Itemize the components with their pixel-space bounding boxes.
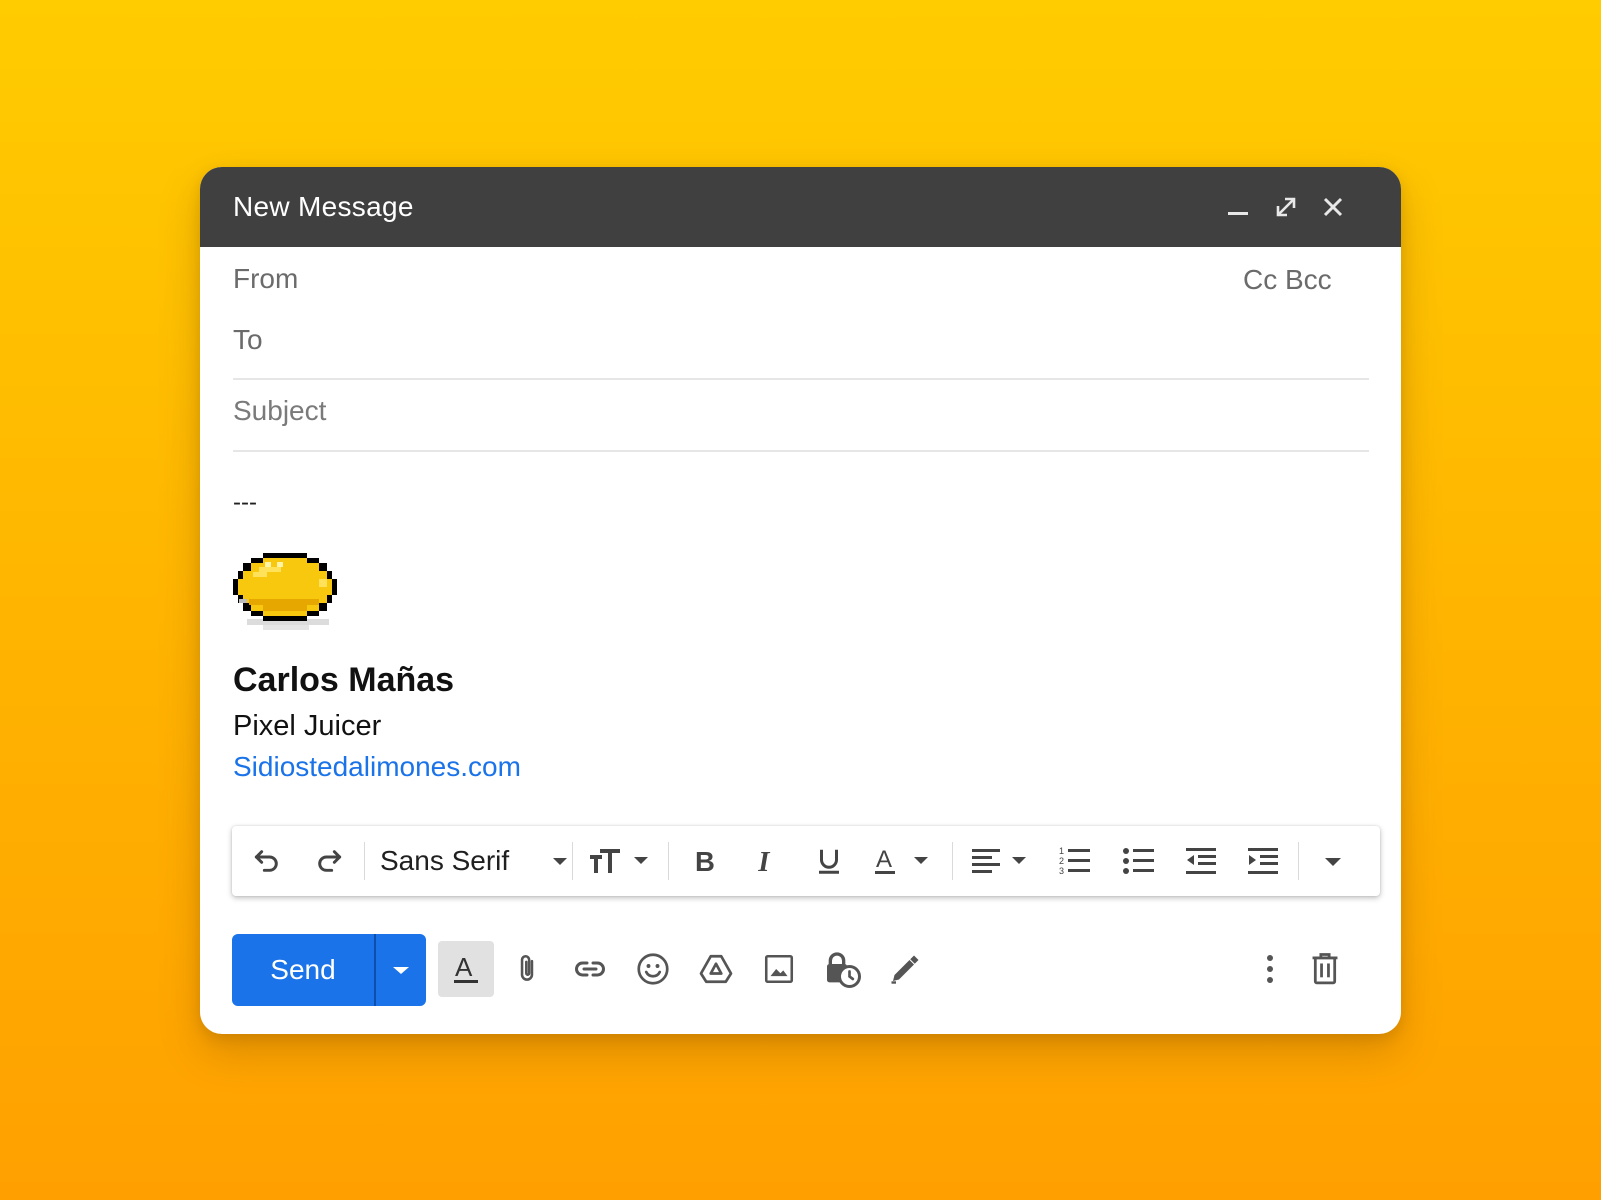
formatting-toolbar: Sans Serif B I A 1 2 3 <box>232 826 1380 896</box>
font-family-select[interactable]: Sans Serif <box>380 840 570 882</box>
expand-icon[interactable] <box>1270 191 1302 223</box>
compose-titlebar[interactable]: New Message <box>200 167 1401 247</box>
svg-text:I: I <box>757 846 770 877</box>
bulleted-list-icon[interactable] <box>1118 840 1160 882</box>
attach-icon[interactable] <box>499 941 555 997</box>
signature-role: Pixel Juicer <box>233 710 382 742</box>
svg-text:A: A <box>455 952 473 982</box>
compose-title: New Message <box>233 191 414 222</box>
signature-icon[interactable] <box>877 941 933 997</box>
toolbar-separator <box>668 842 669 880</box>
italic-icon[interactable]: I <box>746 840 788 882</box>
minimize-icon[interactable] <box>1222 191 1254 223</box>
close-icon[interactable] <box>1317 191 1349 223</box>
underline-icon[interactable] <box>808 840 850 882</box>
svg-text:A: A <box>876 846 892 873</box>
toolbar-separator <box>572 842 573 880</box>
font-dropdown-icon <box>553 858 567 865</box>
subject-field[interactable]: Subject <box>233 395 326 427</box>
chevron-down-icon <box>393 967 409 974</box>
link-icon[interactable] <box>562 941 618 997</box>
compose-window: New Message From Cc Bcc To Subject --- C… <box>200 167 1401 1034</box>
more-formatting-icon[interactable] <box>1312 840 1354 882</box>
discard-icon[interactable] <box>1297 941 1353 997</box>
photo-icon[interactable] <box>751 941 807 997</box>
text-color-icon[interactable]: A <box>872 840 938 882</box>
svg-text:B: B <box>695 846 715 877</box>
indent-less-icon[interactable] <box>1180 840 1222 882</box>
undo-icon[interactable] <box>246 840 288 882</box>
redo-icon[interactable] <box>308 840 350 882</box>
align-icon[interactable] <box>968 840 1034 882</box>
to-divider <box>233 378 1369 380</box>
schedule-send-dropdown[interactable] <box>376 934 426 1006</box>
drive-icon[interactable] <box>688 941 744 997</box>
cc-bcc-link[interactable]: Cc Bcc <box>1243 264 1332 296</box>
bold-icon[interactable]: B <box>684 840 726 882</box>
more-options-icon[interactable] <box>1242 941 1298 997</box>
svg-text:3: 3 <box>1059 866 1064 876</box>
toolbar-separator <box>1298 842 1299 880</box>
confidential-mode-icon[interactable] <box>814 941 870 997</box>
svg-text:1: 1 <box>1059 846 1064 856</box>
svg-text:2: 2 <box>1059 856 1064 866</box>
signature-separator: --- <box>233 489 257 516</box>
signature-website-link[interactable]: Sidiostedalimones.com <box>233 751 521 783</box>
toolbar-separator <box>364 842 365 880</box>
text-size-icon[interactable] <box>588 840 658 882</box>
indent-more-icon[interactable] <box>1242 840 1284 882</box>
pixel-lemon-icon <box>233 553 337 633</box>
emoji-icon[interactable] <box>625 941 681 997</box>
signature-name: Carlos Mañas <box>233 661 455 699</box>
formatting-options-icon[interactable]: A <box>438 941 494 997</box>
subject-divider <box>233 450 1369 452</box>
from-label[interactable]: From <box>233 263 298 295</box>
numbered-list-icon[interactable]: 1 2 3 <box>1054 840 1096 882</box>
font-family-value: Sans Serif <box>380 845 510 876</box>
toolbar-separator <box>952 842 953 880</box>
send-button[interactable]: Send <box>232 934 374 1006</box>
send-button-group: Send <box>232 934 426 1006</box>
to-field[interactable]: To <box>233 324 263 356</box>
